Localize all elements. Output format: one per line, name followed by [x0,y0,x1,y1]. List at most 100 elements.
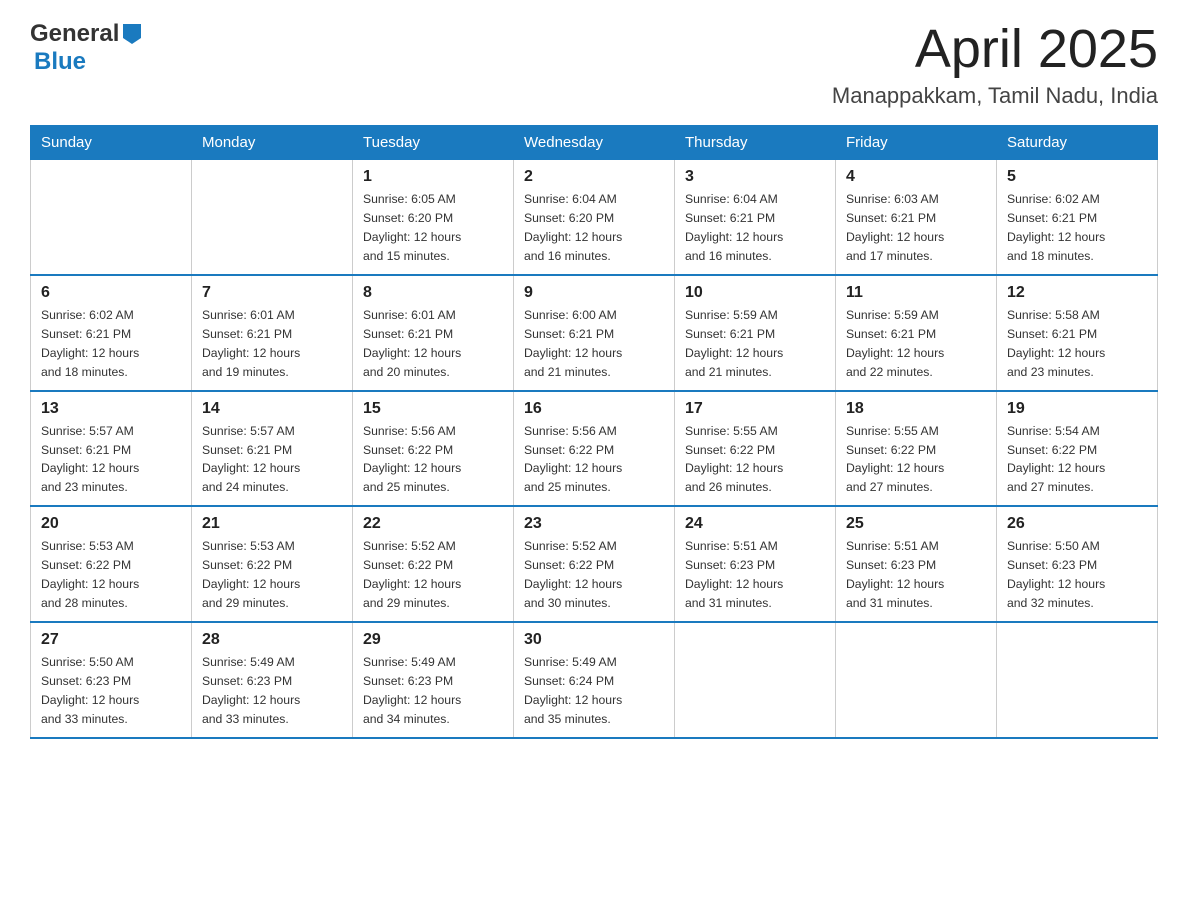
logo-flag-icon [121,24,143,44]
day-number: 28 [202,631,342,649]
day-number: 11 [846,284,986,302]
day-info: Sunrise: 5:49 AM Sunset: 6:23 PM Dayligh… [202,653,342,729]
day-info: Sunrise: 6:00 AM Sunset: 6:21 PM Dayligh… [524,306,664,382]
day-info: Sunrise: 5:55 AM Sunset: 6:22 PM Dayligh… [685,422,825,498]
calendar-cell [675,622,836,738]
weekday-header-tuesday: Tuesday [353,126,514,160]
calendar-cell: 9 Sunrise: 6:00 AM Sunset: 6:21 PM Daylig… [514,275,675,391]
day-number: 18 [846,400,986,418]
calendar-cell: 30Sunrise: 5:49 AM Sunset: 6:24 PM Dayli… [514,622,675,738]
day-number: 2 [524,168,664,186]
day-info: Sunrise: 6:04 AM Sunset: 6:21 PM Dayligh… [685,190,825,266]
logo: General Blue [30,20,143,76]
day-info: Sunrise: 5:50 AM Sunset: 6:23 PM Dayligh… [41,653,181,729]
page-header: General Blue April 2025 Manappakkam, Tam… [30,20,1158,109]
day-number: 13 [41,400,181,418]
calendar-cell: 25 Sunrise: 5:51 AM Sunset: 6:23 PM Dayli… [836,506,997,622]
day-info: Sunrise: 5:52 AM Sunset: 6:22 PM Dayligh… [524,537,664,613]
logo-general-text: General [30,20,119,48]
day-number: 19 [1007,400,1147,418]
calendar-cell: 23 Sunrise: 5:52 AM Sunset: 6:22 PM Dayli… [514,506,675,622]
day-number: 6 [41,284,181,302]
day-number: 8 [363,284,503,302]
day-info: Sunrise: 5:55 AM Sunset: 6:22 PM Dayligh… [846,422,986,498]
title-block: April 2025 Manappakkam, Tamil Nadu, Indi… [832,20,1158,109]
day-number: 17 [685,400,825,418]
day-number: 25 [846,515,986,533]
day-number: 26 [1007,515,1147,533]
week-row-4: 20 Sunrise: 5:53 AM Sunset: 6:22 PM Dayli… [31,506,1158,622]
weekday-header-thursday: Thursday [675,126,836,160]
day-number: 7 [202,284,342,302]
day-info: Sunrise: 6:02 AM Sunset: 6:21 PM Dayligh… [1007,190,1147,266]
calendar-cell: 29 Sunrise: 5:49 AM Sunset: 6:23 PM Dayli… [353,622,514,738]
day-info: Sunrise: 5:53 AM Sunset: 6:22 PM Dayligh… [41,537,181,613]
calendar-cell: 15 Sunrise: 5:56 AM Sunset: 6:22 PM Dayli… [353,391,514,507]
month-title: April 2025 [832,20,1158,79]
weekday-header-wednesday: Wednesday [514,126,675,160]
day-info: Sunrise: 5:59 AM Sunset: 6:21 PM Dayligh… [685,306,825,382]
day-info: Sunrise: 6:02 AM Sunset: 6:21 PM Dayligh… [41,306,181,382]
weekday-header-sunday: Sunday [31,126,192,160]
day-info: Sunrise: 6:04 AM Sunset: 6:20 PM Dayligh… [524,190,664,266]
calendar-cell: 22 Sunrise: 5:52 AM Sunset: 6:22 PM Dayli… [353,506,514,622]
calendar-cell: 3 Sunrise: 6:04 AM Sunset: 6:21 PM Daylig… [675,160,836,275]
day-info: Sunrise: 5:58 AM Sunset: 6:21 PM Dayligh… [1007,306,1147,382]
weekday-header-saturday: Saturday [997,126,1158,160]
day-number: 30 [524,631,664,649]
day-info: Sunrise: 5:51 AM Sunset: 6:23 PM Dayligh… [846,537,986,613]
calendar-cell: 12 Sunrise: 5:58 AM Sunset: 6:21 PM Dayli… [997,275,1158,391]
calendar-cell: 17 Sunrise: 5:55 AM Sunset: 6:22 PM Dayli… [675,391,836,507]
calendar-cell [836,622,997,738]
day-number: 23 [524,515,664,533]
calendar-cell: 26 Sunrise: 5:50 AM Sunset: 6:23 PM Dayli… [997,506,1158,622]
day-info: Sunrise: 6:03 AM Sunset: 6:21 PM Dayligh… [846,190,986,266]
day-number: 12 [1007,284,1147,302]
calendar-cell: 8 Sunrise: 6:01 AM Sunset: 6:21 PM Daylig… [353,275,514,391]
day-number: 1 [363,168,503,186]
calendar-cell: 24 Sunrise: 5:51 AM Sunset: 6:23 PM Dayli… [675,506,836,622]
calendar-cell [997,622,1158,738]
week-row-1: 1 Sunrise: 6:05 AM Sunset: 6:20 PM Daylig… [31,160,1158,275]
week-row-3: 13Sunrise: 5:57 AM Sunset: 6:21 PM Dayli… [31,391,1158,507]
week-row-5: 27 Sunrise: 5:50 AM Sunset: 6:23 PM Dayli… [31,622,1158,738]
calendar-cell: 4Sunrise: 6:03 AM Sunset: 6:21 PM Daylig… [836,160,997,275]
day-info: Sunrise: 5:56 AM Sunset: 6:22 PM Dayligh… [363,422,503,498]
day-info: Sunrise: 6:01 AM Sunset: 6:21 PM Dayligh… [363,306,503,382]
day-number: 15 [363,400,503,418]
day-number: 27 [41,631,181,649]
day-info: Sunrise: 5:52 AM Sunset: 6:22 PM Dayligh… [363,537,503,613]
calendar-cell: 6 Sunrise: 6:02 AM Sunset: 6:21 PM Daylig… [31,275,192,391]
day-info: Sunrise: 5:53 AM Sunset: 6:22 PM Dayligh… [202,537,342,613]
calendar-cell: 10 Sunrise: 5:59 AM Sunset: 6:21 PM Dayli… [675,275,836,391]
day-number: 22 [363,515,503,533]
day-number: 24 [685,515,825,533]
calendar-cell [192,160,353,275]
day-info: Sunrise: 5:56 AM Sunset: 6:22 PM Dayligh… [524,422,664,498]
weekday-header-friday: Friday [836,126,997,160]
logo-blue-text: Blue [34,48,86,75]
day-number: 29 [363,631,503,649]
calendar-cell: 27 Sunrise: 5:50 AM Sunset: 6:23 PM Dayli… [31,622,192,738]
calendar-cell: 28 Sunrise: 5:49 AM Sunset: 6:23 PM Dayli… [192,622,353,738]
calendar-cell: 1 Sunrise: 6:05 AM Sunset: 6:20 PM Daylig… [353,160,514,275]
weekday-header-monday: Monday [192,126,353,160]
day-info: Sunrise: 5:51 AM Sunset: 6:23 PM Dayligh… [685,537,825,613]
day-number: 9 [524,284,664,302]
day-number: 14 [202,400,342,418]
calendar-table: SundayMondayTuesdayWednesdayThursdayFrid… [30,125,1158,738]
day-info: Sunrise: 6:05 AM Sunset: 6:20 PM Dayligh… [363,190,503,266]
day-number: 20 [41,515,181,533]
calendar-cell: 20 Sunrise: 5:53 AM Sunset: 6:22 PM Dayli… [31,506,192,622]
day-number: 5 [1007,168,1147,186]
calendar-cell: 21Sunrise: 5:53 AM Sunset: 6:22 PM Dayli… [192,506,353,622]
day-info: Sunrise: 5:49 AM Sunset: 6:23 PM Dayligh… [363,653,503,729]
day-number: 10 [685,284,825,302]
calendar-cell: 13Sunrise: 5:57 AM Sunset: 6:21 PM Dayli… [31,391,192,507]
day-info: Sunrise: 5:50 AM Sunset: 6:23 PM Dayligh… [1007,537,1147,613]
day-info: Sunrise: 6:01 AM Sunset: 6:21 PM Dayligh… [202,306,342,382]
day-info: Sunrise: 5:59 AM Sunset: 6:21 PM Dayligh… [846,306,986,382]
calendar-cell: 7 Sunrise: 6:01 AM Sunset: 6:21 PM Daylig… [192,275,353,391]
calendar-cell: 19Sunrise: 5:54 AM Sunset: 6:22 PM Dayli… [997,391,1158,507]
day-number: 3 [685,168,825,186]
